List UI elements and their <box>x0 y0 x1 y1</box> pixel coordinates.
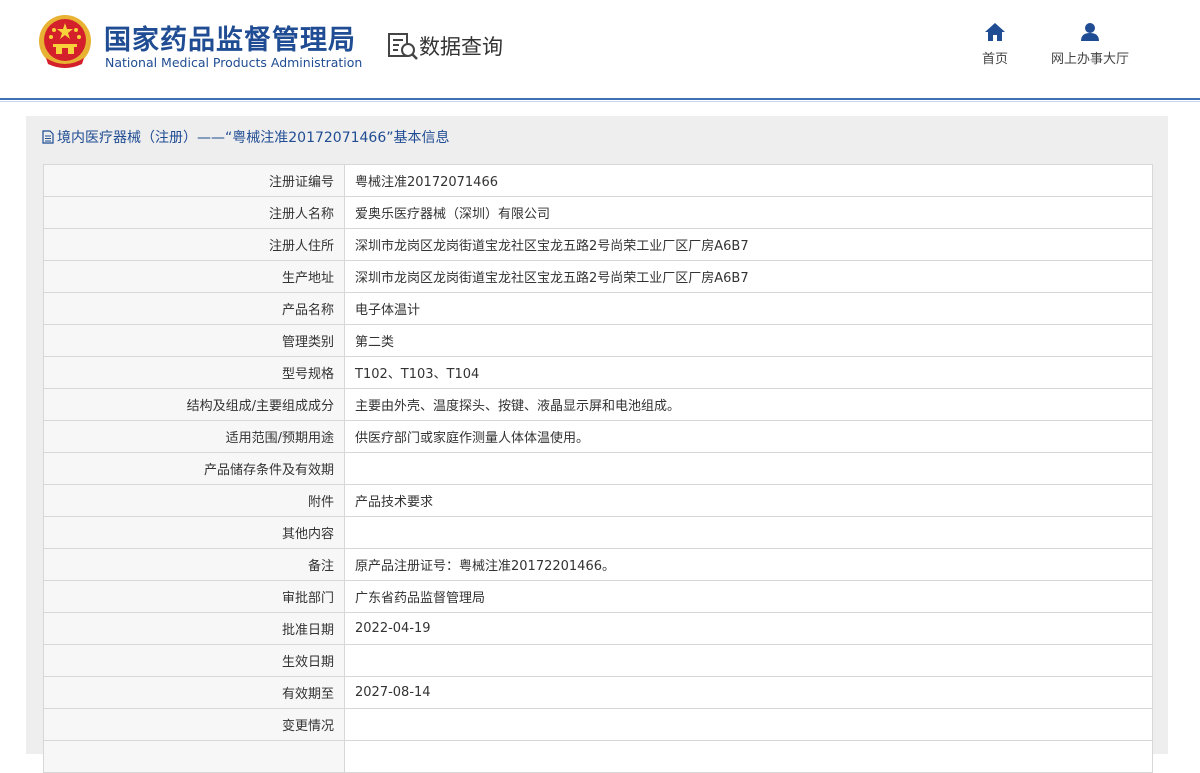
field-label: 产品储存条件及有效期 <box>43 452 345 485</box>
table-row: 变更情况 <box>43 708 1153 741</box>
document-icon <box>42 130 54 144</box>
table-row: 有效期至 2027-08-14 <box>43 676 1153 709</box>
table-row: 其他内容 <box>43 516 1153 549</box>
data-query-icon <box>388 33 418 60</box>
field-value: 粤械注准20172071466 <box>344 164 1153 197</box>
table-row: 结构及组成/主要组成成分 主要由外壳、温度探头、按键、液晶显示屏和电池组成。 <box>43 388 1153 421</box>
field-label: 变更情况 <box>43 708 345 741</box>
field-value: 2022-04-19 <box>344 612 1153 645</box>
table-row: 产品名称 电子体温计 <box>43 292 1153 325</box>
field-label: 产品名称 <box>43 292 345 325</box>
field-value: 2027-08-14 <box>344 676 1153 709</box>
field-label: 结构及组成/主要组成成分 <box>43 388 345 421</box>
field-value: T102、T103、T104 <box>344 356 1153 389</box>
table-row: 生效日期 <box>43 644 1153 677</box>
nav-home-label: 首页 <box>981 52 1008 67</box>
home-icon <box>985 23 1005 41</box>
panel-title-text: 境内医疗器械（注册）——“粤械注准20172071466”基本信息 <box>57 130 450 146</box>
nav-home[interactable]: 首页 <box>972 22 1018 67</box>
field-value: 深圳市龙岗区龙岗街道宝龙社区宝龙五路2号尚荣工业厂区厂房A6B7 <box>344 228 1153 261</box>
field-label: 生效日期 <box>43 644 345 677</box>
table-row: 审批部门 广东省药品监督管理局 <box>43 580 1153 613</box>
table-row: 适用范围/预期用途 供医疗部门或家庭作测量人体体温使用。 <box>43 420 1153 453</box>
field-value: 爱奥乐医疗器械（深圳）有限公司 <box>344 196 1153 229</box>
field-label <box>43 740 345 773</box>
field-label: 批准日期 <box>43 612 345 645</box>
table-row: 备注 原产品注册证号：粤械注准20172201466。 <box>43 548 1153 581</box>
field-value <box>344 516 1153 549</box>
table-row <box>43 740 1153 773</box>
table-row: 产品储存条件及有效期 <box>43 452 1153 485</box>
national-emblem-icon <box>39 15 91 68</box>
site-title-cn: 国家药品监督管理局 <box>104 25 356 56</box>
field-value <box>344 708 1153 741</box>
field-value: 第二类 <box>344 324 1153 357</box>
field-label: 管理类别 <box>43 324 345 357</box>
field-value: 广东省药品监督管理局 <box>344 580 1153 613</box>
field-value <box>344 452 1153 485</box>
site-title-en: National Medical Products Administration <box>105 55 363 70</box>
field-value: 供医疗部门或家庭作测量人体体温使用。 <box>344 420 1153 453</box>
field-label: 审批部门 <box>43 580 345 613</box>
info-table: 注册证编号 粤械注准20172071466 注册人名称 爱奥乐医疗器械（深圳）有限公司… <box>43 164 1153 773</box>
field-label: 生产地址 <box>43 260 345 293</box>
field-value <box>344 644 1153 677</box>
field-value: 电子体温计 <box>344 292 1153 325</box>
header-divider <box>0 98 1200 100</box>
header-divider-light <box>0 101 1200 102</box>
field-label: 注册证编号 <box>43 164 345 197</box>
field-label: 其他内容 <box>43 516 345 549</box>
field-label: 注册人住所 <box>43 228 345 261</box>
site-header: 国家药品监督管理局 National Medical Products Admi… <box>0 0 1200 98</box>
data-query-label: 数据查询 <box>419 35 503 59</box>
panel-title: 境内医疗器械（注册）——“粤械注准20172071466”基本信息 <box>42 126 449 148</box>
field-label: 有效期至 <box>43 676 345 709</box>
table-row: 型号规格 T102、T103、T104 <box>43 356 1153 389</box>
field-label: 备注 <box>43 548 345 581</box>
field-label: 型号规格 <box>43 356 345 389</box>
detail-panel: 境内医疗器械（注册）——“粤械注准20172071466”基本信息 注册证编号粤… <box>26 116 1168 773</box>
table-row: 管理类别 第二类 <box>43 324 1153 357</box>
field-label: 适用范围/预期用途 <box>43 420 345 453</box>
field-value: 主要由外壳、温度探头、按键、液晶显示屏和电池组成。 <box>344 388 1153 421</box>
table-row: 注册人名称 爱奥乐医疗器械（深圳）有限公司 <box>43 196 1153 229</box>
table-row: 注册证编号 粤械注准20172071466 <box>43 164 1153 197</box>
nav-online-hall[interactable]: 网上办事大厅 <box>1044 22 1136 67</box>
table-row: 注册人住所 深圳市龙岗区龙岗街道宝龙社区宝龙五路2号尚荣工业厂区厂房A6B7 <box>43 228 1153 261</box>
field-value: 产品技术要求 <box>344 484 1153 517</box>
field-value: 深圳市龙岗区龙岗街道宝龙社区宝龙五路2号尚荣工业厂区厂房A6B7 <box>344 260 1153 293</box>
user-icon <box>1081 23 1099 41</box>
field-value: 原产品注册证号：粤械注准20172201466。 <box>344 548 1153 581</box>
table-row: 附件 产品技术要求 <box>43 484 1153 517</box>
field-label: 注册人名称 <box>43 196 345 229</box>
nav-online-hall-label: 网上办事大厅 <box>1050 52 1129 67</box>
field-label: 附件 <box>43 484 345 517</box>
table-row: 生产地址 深圳市龙岗区龙岗街道宝龙社区宝龙五路2号尚荣工业厂区厂房A6B7 <box>43 260 1153 293</box>
table-row: 批准日期 2022-04-19 <box>43 612 1153 645</box>
field-value <box>344 740 1153 773</box>
